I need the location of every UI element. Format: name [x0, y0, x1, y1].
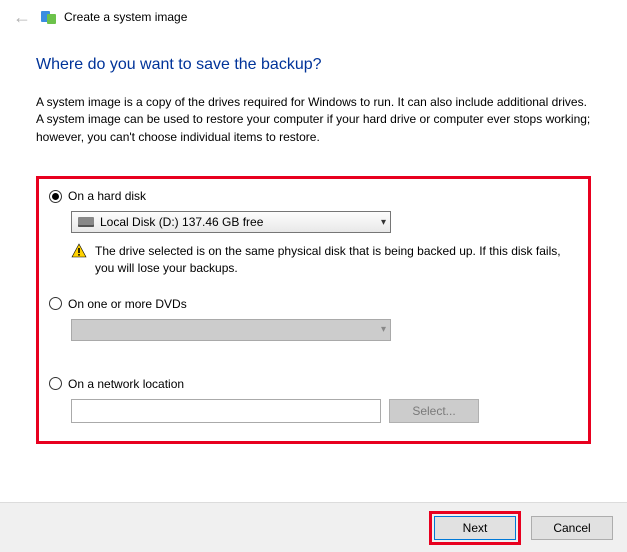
options-panel: On a hard disk Local Disk (D:) 137.46 GB… [36, 176, 591, 444]
chevron-down-icon: ▾ [381, 217, 386, 228]
radio-icon [49, 190, 62, 203]
radio-icon [49, 377, 62, 390]
titlebar: ← Create a system image [0, 0, 627, 38]
radio-hard-disk[interactable]: On a hard disk [49, 189, 578, 203]
radio-label: On a network location [68, 377, 184, 391]
system-image-icon [40, 8, 58, 26]
option-dvd: On one or more DVDs ▾ [49, 297, 578, 341]
warning-text: The drive selected is on the same physic… [95, 243, 578, 277]
back-arrow-icon: ← [10, 8, 34, 26]
footer-bar: Next Cancel [0, 502, 627, 552]
select-button: Select... [389, 399, 479, 423]
next-button[interactable]: Next [434, 516, 516, 540]
highlight-box: Next [429, 511, 521, 545]
radio-icon [49, 297, 62, 310]
radio-dvd[interactable]: On one or more DVDs [49, 297, 578, 311]
network-path-input[interactable] [71, 399, 381, 423]
radio-label: On a hard disk [68, 189, 146, 203]
dvd-dropdown: ▾ [71, 319, 391, 341]
drive-dropdown[interactable]: Local Disk (D:) 137.46 GB free ▾ [71, 211, 391, 233]
radio-label: On one or more DVDs [68, 297, 187, 311]
drive-dropdown-text: Local Disk (D:) 137.46 GB free [100, 215, 381, 229]
drive-icon [78, 217, 94, 227]
chevron-down-icon: ▾ [381, 324, 386, 335]
radio-network[interactable]: On a network location [49, 377, 578, 391]
page-description: A system image is a copy of the drives r… [36, 94, 591, 146]
warning-row: The drive selected is on the same physic… [71, 243, 578, 277]
cancel-button[interactable]: Cancel [531, 516, 613, 540]
option-hard-disk: On a hard disk Local Disk (D:) 137.46 GB… [49, 189, 578, 277]
page-title: Where do you want to save the backup? [36, 56, 591, 74]
option-network: On a network location Select... [49, 377, 578, 423]
warning-icon [71, 243, 87, 259]
window-title: Create a system image [64, 10, 187, 24]
